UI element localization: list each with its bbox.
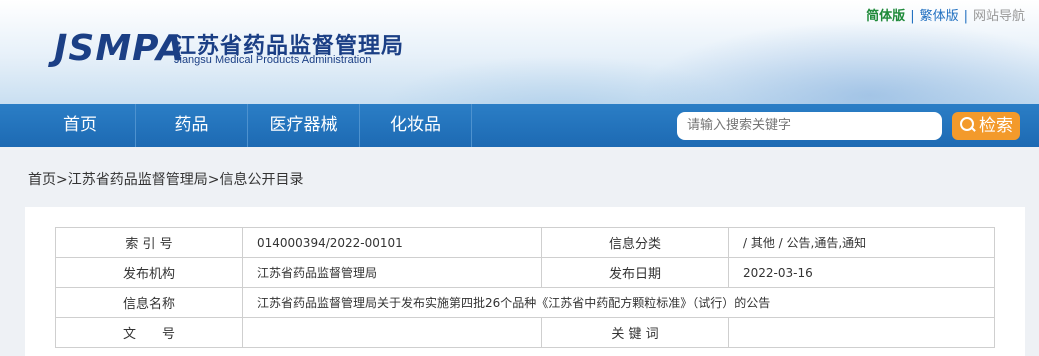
name-label: 信息名称 <box>55 287 243 318</box>
breadcrumb: 首页>江苏省药品监督管理局>信息公开目录 <box>28 169 303 189</box>
breadcrumb-agency[interactable]: 江苏省药品监督管理局 <box>68 172 208 188</box>
site-nav-link[interactable]: 网站导航 <box>973 5 1025 24</box>
table-row: 文 号 关 键 词 <box>55 317 995 348</box>
search-icon <box>959 116 977 134</box>
table-row: 信息名称 江苏省药品监督管理局关于发布实施第四批26个品种《江苏省中药配方颗粒标… <box>55 287 995 318</box>
keywords-label: 关 键 词 <box>541 317 729 348</box>
content-panel: 索 引 号 014000394/2022-00101 信息分类 / 其他 / 公… <box>25 207 1025 356</box>
category-label: 信息分类 <box>541 227 729 258</box>
name-value: 江苏省药品监督管理局关于发布实施第四批26个品种《江苏省中药配方颗粒标准》（试行… <box>242 287 995 318</box>
traditional-link[interactable]: 繁体版 <box>920 5 959 24</box>
doc-no-value <box>242 317 542 348</box>
table-row: 发布机构 江苏省药品监督管理局 发布日期 2022-03-16 <box>55 257 995 288</box>
table-row: 索 引 号 014000394/2022-00101 信息分类 / 其他 / 公… <box>55 227 995 258</box>
search-button-label: 检索 <box>979 116 1013 136</box>
org-value: 江苏省药品监督管理局 <box>242 257 542 288</box>
simplified-link[interactable]: 简体版 <box>866 5 905 24</box>
breadcrumb-current[interactable]: 信息公开目录 <box>219 172 303 188</box>
nav-item-drugs[interactable]: 药品 <box>136 104 248 147</box>
doc-no-label: 文 号 <box>55 317 243 348</box>
search-input[interactable] <box>677 112 942 140</box>
site-logo-abbr[interactable]: JSMPA <box>54 28 185 69</box>
nav-item-home[interactable]: 首页 <box>25 104 136 147</box>
search-button[interactable]: 检索 <box>952 112 1020 140</box>
org-label: 发布机构 <box>55 257 243 288</box>
info-table: 索 引 号 014000394/2022-00101 信息分类 / 其他 / 公… <box>55 227 995 348</box>
index-value: 014000394/2022-00101 <box>242 227 542 258</box>
date-value: 2022-03-16 <box>728 257 995 288</box>
keywords-value <box>728 317 995 348</box>
nav-item-medical-devices[interactable]: 医疗器械 <box>248 104 360 147</box>
site-logo-subtitle: Jiangsu Medical Products Administration <box>174 54 372 66</box>
nav-item-cosmetics[interactable]: 化妆品 <box>360 104 472 147</box>
breadcrumb-home[interactable]: 首页 <box>28 172 56 188</box>
category-value: / 其他 / 公告,通告,通知 <box>728 227 995 258</box>
date-label: 发布日期 <box>541 257 729 288</box>
divider: | <box>910 9 915 24</box>
header-banner: JSMPA 江苏省药品监督管理局 Jiangsu Medical Product… <box>0 0 1039 104</box>
breadcrumb-separator: > <box>207 172 220 188</box>
divider: | <box>963 9 968 24</box>
top-links: 简体版 | 繁体版 | 网站导航 <box>866 5 1025 24</box>
index-label: 索 引 号 <box>55 227 243 258</box>
breadcrumb-separator: > <box>56 172 68 188</box>
